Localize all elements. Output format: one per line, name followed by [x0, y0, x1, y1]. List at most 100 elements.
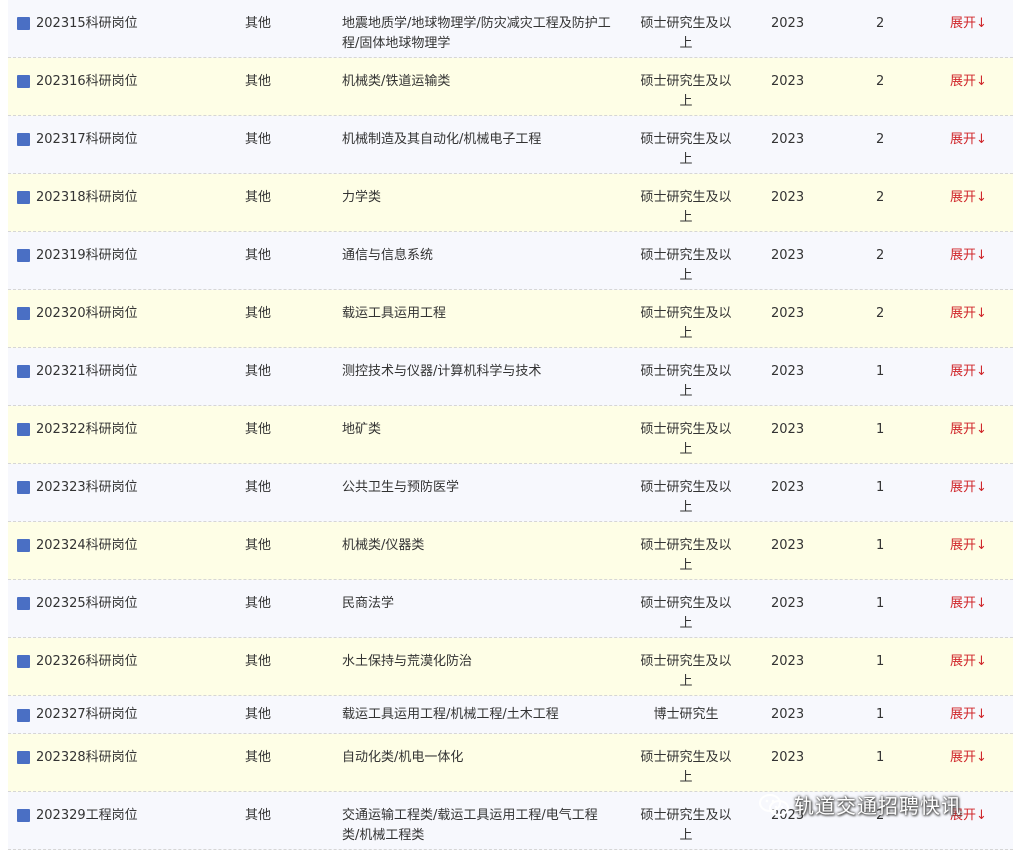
job-education: 硕士研究生及以上 [640, 364, 732, 399]
job-name: 202319科研岗位 [36, 248, 138, 263]
job-type: 其他 [245, 596, 272, 611]
table-row: 202318科研岗位 其他 力学类 硕士研究生及以上 2023 2 展开↓ [8, 174, 1013, 232]
job-type: 其他 [245, 538, 272, 553]
row-marker-icon [17, 481, 30, 494]
job-name: 202317科研岗位 [36, 132, 138, 147]
table-row: 202317科研岗位 其他 机械制造及其自动化/机械电子工程 硕士研究生及以上 2023… [8, 116, 1013, 174]
job-major: 地震地质学/地球物理学/防灾减灾工程及防护工程/固体地球物理学 [342, 16, 611, 51]
job-type: 其他 [245, 422, 272, 437]
job-name: 202322科研岗位 [36, 422, 138, 437]
job-year: 2023 [771, 707, 805, 722]
row-marker-icon [17, 75, 30, 88]
expand-button[interactable]: 展开↓ [950, 72, 987, 92]
job-major: 测控技术与仪器/计算机科学与技术 [342, 364, 542, 379]
row-marker-icon [17, 423, 30, 436]
expand-button[interactable]: 展开↓ [950, 420, 987, 440]
job-education: 硕士研究生及以上 [640, 538, 732, 573]
expand-button[interactable]: 展开↓ [950, 14, 987, 34]
job-major: 机械类/仪器类 [342, 538, 425, 553]
table-row: 202322科研岗位 其他 地矿类 硕士研究生及以上 2023 1 展开↓ [8, 406, 1013, 464]
row-marker-icon [17, 191, 30, 204]
job-type: 其他 [245, 364, 272, 379]
expand-button[interactable]: 展开↓ [950, 304, 987, 324]
job-major: 水土保持与荒漠化防治 [342, 654, 473, 669]
row-marker-icon [17, 249, 30, 262]
job-education: 硕士研究生及以上 [640, 596, 732, 631]
job-name: 202318科研岗位 [36, 190, 138, 205]
job-table: 202315科研岗位 其他 地震地质学/地球物理学/防灾减灾工程及防护工程/固体地球… [8, 0, 1013, 850]
job-name: 202328科研岗位 [36, 750, 138, 765]
table-row: 202328科研岗位 其他 自动化类/机电一体化 硕士研究生及以上 2023 1 展开↓ [8, 734, 1013, 792]
job-education: 硕士研究生及以上 [640, 654, 732, 689]
job-education: 硕士研究生及以上 [640, 190, 732, 225]
job-count: 1 [876, 750, 885, 765]
job-name: 202324科研岗位 [36, 538, 138, 553]
expand-button[interactable]: 展开↓ [950, 536, 987, 556]
job-type: 其他 [245, 808, 272, 823]
row-marker-icon [17, 655, 30, 668]
row-marker-icon [17, 365, 30, 378]
job-type: 其他 [245, 750, 272, 765]
watermark-text: 轨道交通招聘快讯 [794, 794, 962, 818]
job-type: 其他 [245, 132, 272, 147]
row-marker-icon [17, 597, 30, 610]
job-type: 其他 [245, 306, 272, 321]
job-type: 其他 [245, 654, 272, 669]
job-education: 硕士研究生及以上 [640, 16, 732, 51]
job-education: 硕士研究生及以上 [640, 132, 732, 167]
expand-button[interactable]: 展开↓ [950, 652, 987, 672]
job-count: 2 [876, 132, 885, 147]
row-marker-icon [17, 709, 30, 722]
row-marker-icon [17, 751, 30, 764]
job-count: 2 [876, 16, 885, 31]
job-year: 2023 [771, 16, 805, 31]
expand-button[interactable]: 展开↓ [950, 478, 987, 498]
job-year: 2023 [771, 422, 805, 437]
job-type: 其他 [245, 74, 272, 89]
job-count: 1 [876, 596, 885, 611]
table-row: 202325科研岗位 其他 民商法学 硕士研究生及以上 2023 1 展开↓ [8, 580, 1013, 638]
table-row: 202324科研岗位 其他 机械类/仪器类 硕士研究生及以上 2023 1 展开↓ [8, 522, 1013, 580]
row-marker-icon [17, 17, 30, 30]
job-count: 2 [876, 306, 885, 321]
expand-button[interactable]: 展开↓ [950, 594, 987, 614]
job-name: 202325科研岗位 [36, 596, 138, 611]
expand-button[interactable]: 展开↓ [950, 130, 987, 150]
job-education: 博士研究生 [653, 707, 719, 722]
expand-button[interactable]: 展开↓ [950, 748, 987, 768]
expand-button[interactable]: 展开↓ [950, 188, 987, 208]
job-name: 202321科研岗位 [36, 364, 138, 379]
table-row: 202327科研岗位 其他 载运工具运用工程/机械工程/土木工程 博士研究生 2023 1… [8, 696, 1013, 734]
expand-button[interactable]: 展开↓ [950, 705, 987, 725]
job-education: 硕士研究生及以上 [640, 750, 732, 785]
job-education: 硕士研究生及以上 [640, 248, 732, 283]
job-major: 载运工具运用工程 [342, 306, 447, 321]
job-education: 硕士研究生及以上 [640, 306, 732, 341]
job-type: 其他 [245, 248, 272, 263]
expand-button[interactable]: 展开↓ [950, 362, 987, 382]
row-marker-icon [17, 539, 30, 552]
job-major: 交通运输工程类/载运工具运用工程/电气工程类/机械工程类 [342, 808, 598, 843]
job-count: 1 [876, 364, 885, 379]
job-major: 载运工具运用工程/机械工程/土木工程 [342, 707, 559, 722]
job-year: 2023 [771, 190, 805, 205]
job-type: 其他 [245, 480, 272, 495]
table-row: 202326科研岗位 其他 水土保持与荒漠化防治 硕士研究生及以上 2023 1 展开↓ [8, 638, 1013, 696]
table-row: 202319科研岗位 其他 通信与信息系统 硕士研究生及以上 2023 2 展开↓ [8, 232, 1013, 290]
job-year: 2023 [771, 654, 805, 669]
job-year: 2023 [771, 248, 805, 263]
job-type: 其他 [245, 707, 272, 722]
job-education: 硕士研究生及以上 [640, 808, 732, 843]
job-year: 2023 [771, 306, 805, 321]
job-name: 202323科研岗位 [36, 480, 138, 495]
job-education: 硕士研究生及以上 [640, 480, 732, 515]
expand-button[interactable]: 展开↓ [950, 246, 987, 266]
job-major: 力学类 [342, 190, 382, 205]
job-education: 硕士研究生及以上 [640, 74, 732, 109]
job-year: 2023 [771, 538, 805, 553]
job-count: 2 [876, 190, 885, 205]
job-count: 2 [876, 74, 885, 89]
row-marker-icon [17, 809, 30, 822]
job-type: 其他 [245, 190, 272, 205]
row-marker-icon [17, 133, 30, 146]
